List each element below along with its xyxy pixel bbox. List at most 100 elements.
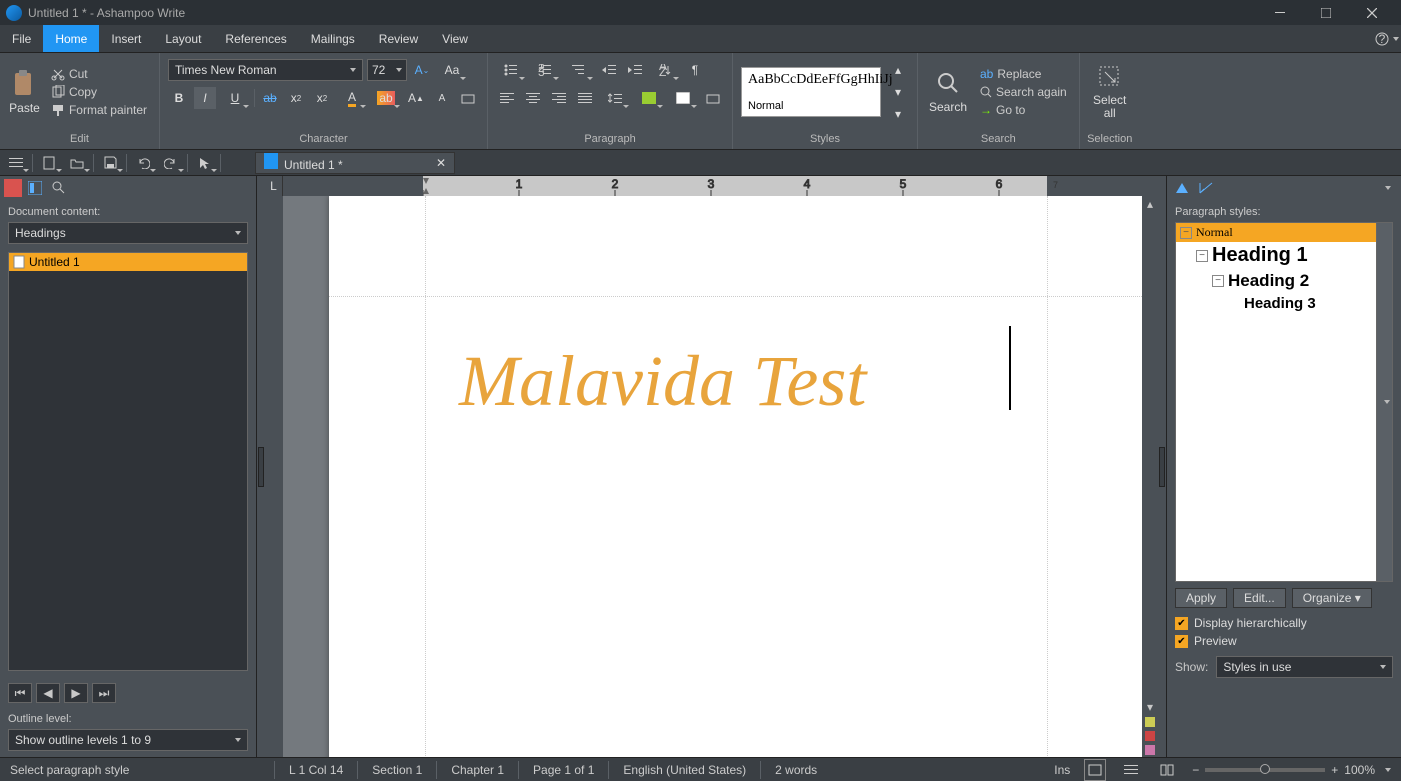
view-master-icon[interactable] (1120, 759, 1142, 781)
align-justify-button[interactable] (574, 87, 596, 109)
expander-icon[interactable]: − (1196, 250, 1208, 262)
organize-style-button[interactable]: Organize ▾ (1292, 588, 1372, 608)
status-wordcount[interactable]: 2 words (775, 763, 817, 777)
qat-new-icon[interactable] (37, 152, 61, 174)
qat-undo-icon[interactable] (131, 152, 155, 174)
style-row-heading1[interactable]: − Heading 1 (1176, 242, 1376, 269)
zoom-value[interactable]: 100% (1344, 763, 1375, 777)
shading-button[interactable] (634, 87, 664, 109)
headings-filter-select[interactable]: Headings (8, 222, 248, 244)
right-mode-2-icon[interactable] (1195, 177, 1217, 199)
styles-dropdown-button[interactable] (1377, 222, 1393, 582)
select-all-button[interactable]: Select all (1088, 64, 1132, 120)
zoom-out-icon[interactable]: − (1192, 763, 1199, 777)
zoom-control[interactable]: − + 100% (1192, 763, 1391, 777)
style-row-normal[interactable]: − Normal (1176, 223, 1376, 242)
bold-button[interactable]: B (168, 87, 190, 109)
status-language[interactable]: English (United States) (623, 763, 746, 777)
tab-mailings[interactable]: Mailings (299, 25, 367, 52)
grow-font-button[interactable]: A▲ (405, 87, 427, 109)
font-name-select[interactable]: Times New Roman (168, 59, 363, 81)
number-list-button[interactable]: 123 (530, 59, 560, 81)
expander-icon[interactable]: − (1180, 227, 1192, 239)
replace-button[interactable]: abReplace (976, 66, 1071, 82)
goto-button[interactable]: →Go to (976, 102, 1071, 118)
show-select[interactable]: Styles in use (1216, 656, 1393, 678)
align-right-button[interactable] (548, 87, 570, 109)
multilevel-list-button[interactable] (564, 59, 594, 81)
copy-button[interactable]: Copy (47, 84, 151, 100)
tab-home[interactable]: Home (43, 25, 99, 52)
tab-references[interactable]: References (213, 25, 298, 52)
maximize-button[interactable] (1303, 0, 1349, 25)
line-spacing-button[interactable] (600, 87, 630, 109)
nav-next-icon[interactable]: ▶ (64, 683, 88, 703)
vertical-ruler[interactable] (265, 196, 283, 757)
vertical-scrollbar[interactable]: ▴ ▾ (1142, 196, 1158, 757)
tab-review[interactable]: Review (367, 25, 430, 52)
scroll-marker-1[interactable] (1145, 717, 1155, 727)
left-mode-3-icon[interactable] (48, 177, 70, 199)
close-tab-icon[interactable]: ✕ (436, 156, 446, 170)
nav-prev-icon[interactable]: ◀ (36, 683, 60, 703)
scroll-marker-2[interactable] (1145, 731, 1155, 741)
page[interactable]: Malavida Test (329, 196, 1142, 757)
scroll-up-icon[interactable]: ▴ (1144, 198, 1156, 210)
align-left-button[interactable] (496, 87, 518, 109)
cut-button[interactable]: Cut (47, 66, 151, 82)
edit-style-button[interactable]: Edit... (1233, 588, 1286, 608)
view-normal-icon[interactable] (1084, 759, 1106, 781)
preview-checkbox[interactable]: ✔Preview (1167, 632, 1401, 650)
status-position[interactable]: L 1 Col 14 (289, 763, 343, 777)
change-case-button[interactable]: Aa (437, 59, 467, 81)
qat-open-icon[interactable] (65, 152, 89, 174)
style-scroll-up[interactable]: ▴ (887, 59, 909, 81)
left-collapse-handle[interactable] (257, 176, 265, 757)
bullet-list-button[interactable] (496, 59, 526, 81)
document-text[interactable]: Malavida Test (459, 340, 866, 423)
search-again-button[interactable]: Search again (976, 84, 1071, 100)
underline-button[interactable]: U (220, 87, 250, 109)
nav-last-icon[interactable]: ⏭ (92, 683, 116, 703)
view-outline-icon[interactable] (1156, 759, 1178, 781)
left-mode-2-icon[interactable] (24, 177, 46, 199)
decrease-indent-button[interactable] (598, 59, 620, 81)
right-menu-icon[interactable] (1375, 177, 1397, 199)
character-dialog-button[interactable] (457, 87, 479, 109)
clear-formatting-button[interactable]: A⌄ (411, 59, 433, 81)
style-gallery-button[interactable]: ▾ (887, 103, 909, 125)
scroll-marker-3[interactable] (1145, 745, 1155, 755)
paper-viewport[interactable]: Malavida Test (283, 196, 1142, 757)
shrink-font-button[interactable]: A (431, 87, 453, 109)
format-painter-button[interactable]: Format painter (47, 102, 151, 118)
tree-item[interactable]: Untitled 1 (9, 253, 247, 271)
sort-button[interactable]: AZ (650, 59, 680, 81)
italic-button[interactable]: I (194, 87, 216, 109)
strikethrough-button[interactable]: ab (259, 87, 281, 109)
zoom-in-icon[interactable]: + (1331, 763, 1338, 777)
status-page[interactable]: Page 1 of 1 (533, 763, 594, 777)
qat-menu-icon[interactable] (4, 152, 28, 174)
display-hierarchically-checkbox[interactable]: ✔Display hierarchically (1167, 614, 1401, 632)
help-button[interactable]: ? (1373, 25, 1401, 52)
horizontal-ruler[interactable]: L 1 2 3 4 5 6 (265, 176, 1158, 196)
document-tab[interactable]: Untitled 1 * ✕ (255, 152, 455, 174)
font-size-select[interactable]: 72 (367, 59, 407, 81)
pilcrow-button[interactable]: ¶ (684, 59, 706, 81)
expander-icon[interactable]: − (1212, 275, 1224, 287)
right-mode-1-icon[interactable] (1171, 177, 1193, 199)
search-button[interactable]: Search (926, 70, 970, 114)
tab-insert[interactable]: Insert (99, 25, 153, 52)
paragraph-dialog-button[interactable] (702, 87, 724, 109)
right-collapse-handle[interactable] (1158, 176, 1166, 757)
borders-button[interactable] (668, 87, 698, 109)
document-content-tree[interactable]: Untitled 1 (8, 252, 248, 671)
minimize-button[interactable] (1257, 0, 1303, 25)
tab-file[interactable]: File (0, 25, 43, 52)
qat-pointer-icon[interactable] (192, 152, 216, 174)
style-scroll-down[interactable]: ▾ (887, 81, 909, 103)
outline-level-select[interactable]: Show outline levels 1 to 9 (8, 729, 248, 751)
scroll-down-icon[interactable]: ▾ (1144, 701, 1156, 713)
zoom-slider[interactable] (1205, 768, 1325, 772)
left-mode-1-icon[interactable] (4, 179, 22, 197)
